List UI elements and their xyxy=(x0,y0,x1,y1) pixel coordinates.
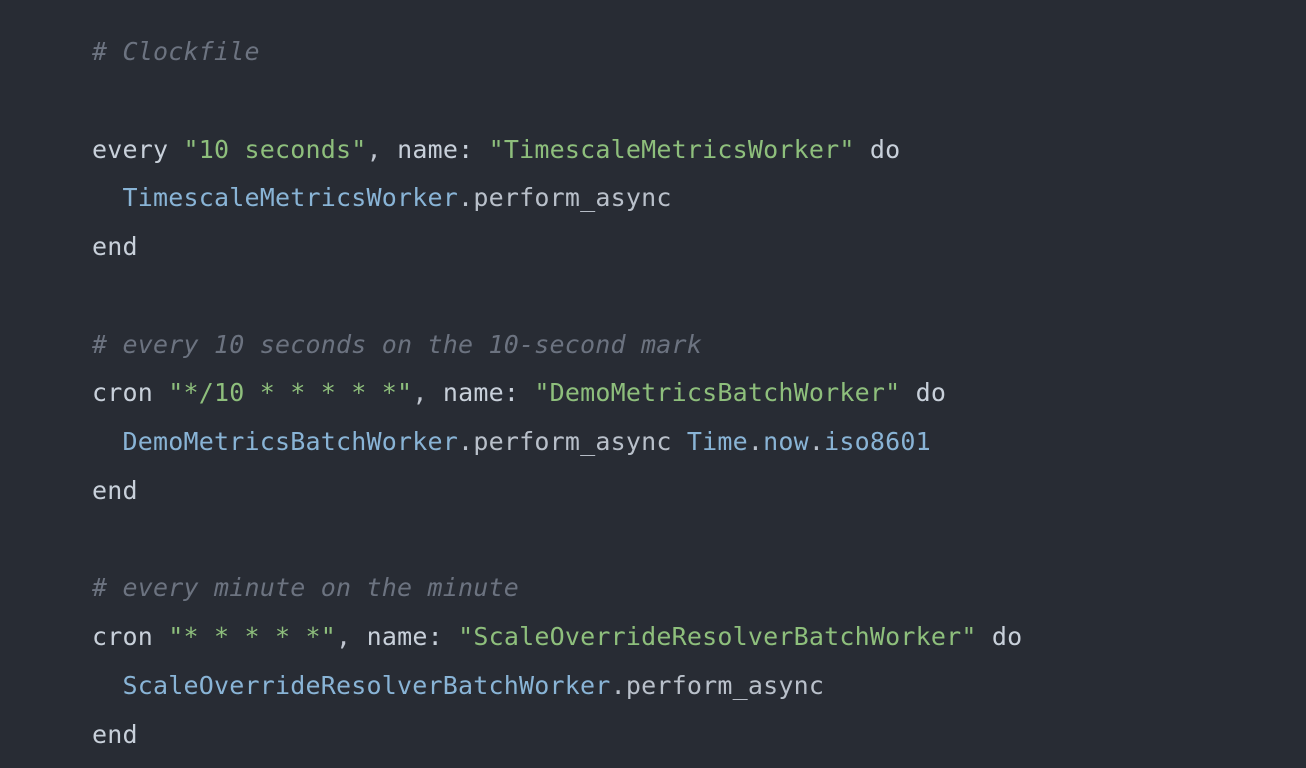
code-space xyxy=(473,135,488,164)
code-constant: DemoMetricsBatchWorker xyxy=(123,427,459,456)
code-method: now xyxy=(763,427,809,456)
code-comma: , xyxy=(412,378,443,407)
code-comment: # Clockfile xyxy=(92,37,260,66)
code-method: perform_async xyxy=(473,183,671,212)
code-string: "ScaleOverrideResolverBatchWorker" xyxy=(458,622,977,651)
code-keyword-end: end xyxy=(92,720,138,749)
code-string: "*/10 * * * * *" xyxy=(168,378,412,407)
code-string: "10 seconds" xyxy=(184,135,367,164)
code-space xyxy=(900,378,915,407)
code-space xyxy=(443,622,458,651)
code-keyword-name: name: xyxy=(367,622,443,651)
code-keyword-do: do xyxy=(992,622,1023,651)
code-string: "* * * * *" xyxy=(168,622,336,651)
code-keyword-name: name: xyxy=(443,378,519,407)
code-dot: . xyxy=(458,427,473,456)
code-string: "TimescaleMetricsWorker" xyxy=(489,135,855,164)
code-constant: Time xyxy=(687,427,748,456)
code-space xyxy=(519,378,534,407)
code-method: perform_async xyxy=(626,671,824,700)
code-space xyxy=(168,135,183,164)
code-constant: TimescaleMetricsWorker xyxy=(123,183,459,212)
code-comment: # every minute on the minute xyxy=(92,573,519,602)
code-block: # Clockfile every "10 seconds", name: "T… xyxy=(0,0,1306,759)
code-space xyxy=(153,378,168,407)
code-keyword-end: end xyxy=(92,476,138,505)
code-indent xyxy=(92,427,123,456)
code-string: "DemoMetricsBatchWorker" xyxy=(534,378,900,407)
code-keyword-cron: cron xyxy=(92,378,153,407)
code-indent xyxy=(92,671,123,700)
code-space xyxy=(153,622,168,651)
code-keyword-cron: cron xyxy=(92,622,153,651)
code-space xyxy=(977,622,992,651)
code-keyword-name: name: xyxy=(397,135,473,164)
code-keyword-every: every xyxy=(92,135,168,164)
code-comma: , xyxy=(367,135,398,164)
code-constant: ScaleOverrideResolverBatchWorker xyxy=(123,671,611,700)
code-space xyxy=(855,135,870,164)
code-comma: , xyxy=(336,622,367,651)
code-keyword-end: end xyxy=(92,232,138,261)
code-dot: . xyxy=(748,427,763,456)
code-dot: . xyxy=(458,183,473,212)
code-indent xyxy=(92,183,123,212)
code-keyword-do: do xyxy=(870,135,901,164)
code-dot: . xyxy=(809,427,824,456)
code-method: iso8601 xyxy=(824,427,931,456)
code-comment: # every 10 seconds on the 10-second mark xyxy=(92,330,702,359)
code-space xyxy=(672,427,687,456)
code-method: perform_async xyxy=(473,427,671,456)
code-keyword-do: do xyxy=(916,378,947,407)
code-dot: . xyxy=(611,671,626,700)
